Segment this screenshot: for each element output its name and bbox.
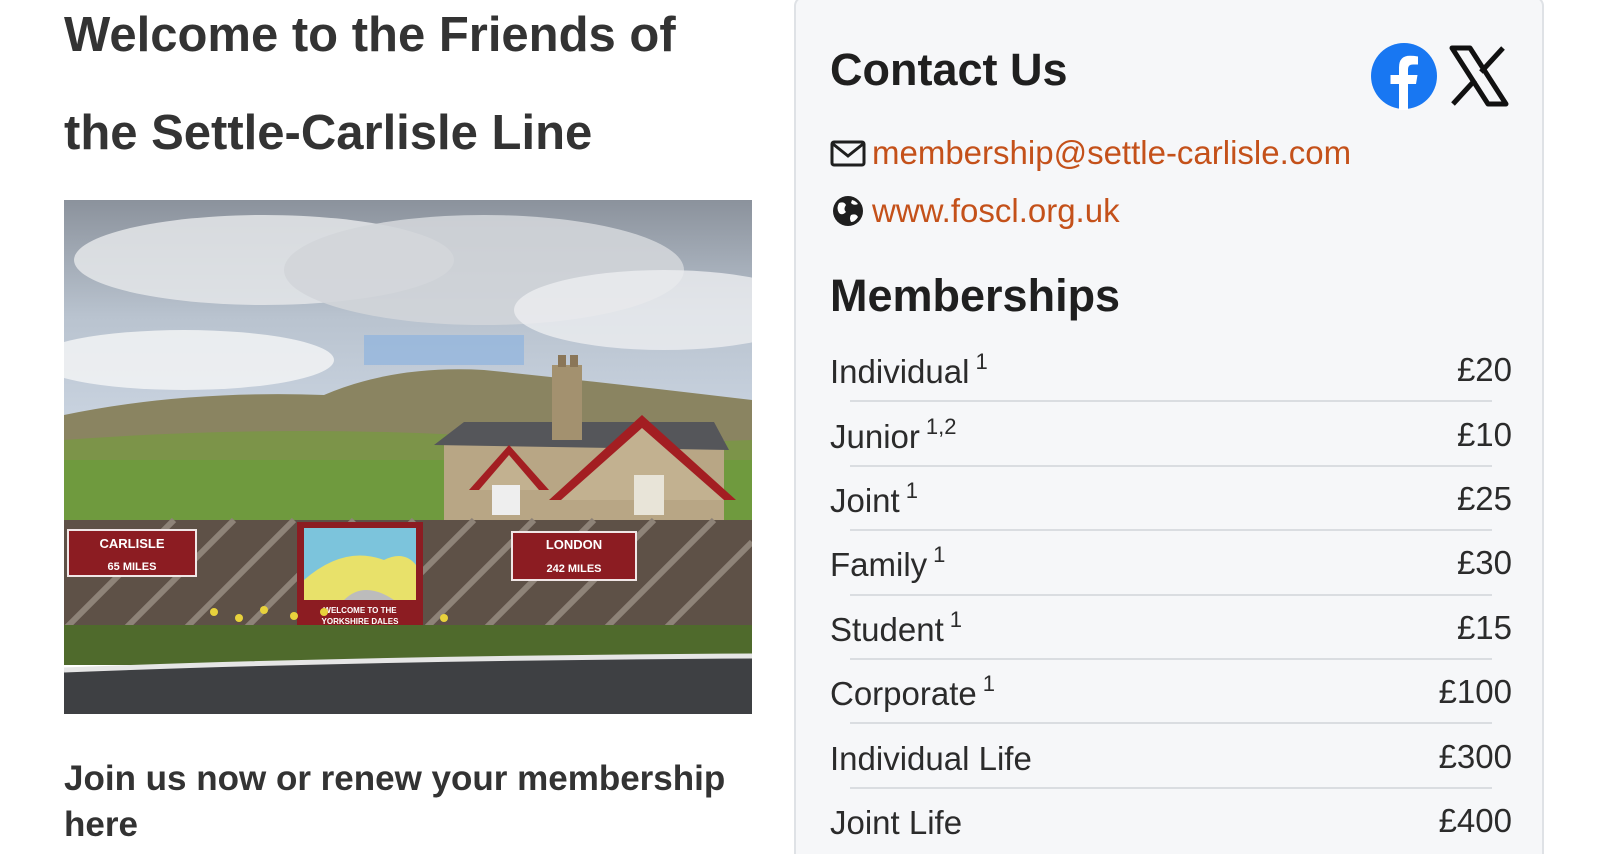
membership-name: Individual (830, 353, 970, 391)
membership-name: Junior (830, 417, 920, 455)
membership-row: Individual Life £300 (830, 724, 1512, 790)
memberships-table: Individual 1 £20 Junior 1,2 £10 Joint 1 £25… (830, 338, 1512, 853)
membership-name: Student (830, 610, 944, 648)
membership-row: Family 1 £30 (830, 531, 1512, 596)
membership-note: 1 (933, 542, 946, 568)
page-title: Welcome to the Friends of the Settle-Car… (64, 0, 764, 182)
sign-board-line-1: WELCOME TO THE (323, 606, 397, 615)
social-links (1370, 42, 1510, 115)
website-link[interactable]: www.foscl.org.uk (872, 192, 1120, 230)
membership-row: Corporate 1 £100 (830, 660, 1512, 725)
membership-price: £25 (1456, 479, 1512, 517)
contact-panel: Contact Us membership@settle-carlisle.co… (794, 0, 1544, 854)
sign-right-line-2: 242 MILES (546, 563, 601, 575)
memberships-title: Memberships (830, 270, 1121, 321)
sign-right-line-1: LONDON (546, 537, 602, 552)
email-row: membership@settle-carlisle.com (830, 134, 1351, 172)
website-row: www.foscl.org.uk (830, 192, 1120, 230)
membership-price: £300 (1438, 737, 1512, 775)
membership-note: 1 (905, 477, 918, 503)
sign-board-line-2: YORKSHIRE DALES (322, 617, 400, 626)
membership-name: Family (830, 546, 928, 584)
membership-row: Individual 1 £20 (830, 338, 1512, 403)
membership-row: Joint 1 £25 (830, 467, 1512, 532)
membership-price: £100 (1438, 673, 1512, 711)
contact-title: Contact Us (830, 44, 1068, 95)
membership-name: Joint Life (830, 803, 963, 841)
page-title-line-1: Welcome to the Friends of (64, 8, 676, 62)
globe-icon (830, 193, 866, 229)
page-title-line-2: the Settle-Carlisle Line (64, 106, 593, 160)
x-icon[interactable] (1446, 44, 1510, 113)
membership-row: Student 1 £15 (830, 596, 1512, 661)
membership-price: £10 (1456, 415, 1512, 453)
membership-note: 1 (982, 671, 995, 697)
membership-price: £30 (1456, 544, 1512, 582)
membership-row: Joint Life £400 (830, 789, 1512, 853)
membership-note: 1 (975, 349, 988, 375)
membership-price: £20 (1456, 351, 1512, 389)
facebook-icon[interactable] (1370, 42, 1438, 115)
membership-name: Corporate (830, 675, 977, 713)
membership-price: £400 (1438, 801, 1512, 839)
membership-price: £15 (1456, 608, 1512, 646)
membership-row: Junior 1,2 £10 (830, 402, 1512, 468)
page: Welcome to the Friends of the Settle-Car… (0, 0, 1600, 854)
membership-name: Individual Life (830, 739, 1032, 777)
sign-left-line-1: CARLISLE (100, 536, 165, 551)
membership-note: 1,2 (925, 413, 957, 439)
join-link[interactable]: Join us now or renew your membership her… (64, 756, 764, 848)
sign-left-line-2: 65 MILES (108, 561, 157, 573)
membership-name: Joint (830, 481, 900, 519)
hero-photo: CARLISLE 65 MILES WELCOME TO THE YORKSHI… (64, 200, 752, 714)
membership-note: 1 (949, 606, 963, 632)
email-link[interactable]: membership@settle-carlisle.com (872, 134, 1351, 172)
envelope-icon (830, 135, 866, 171)
